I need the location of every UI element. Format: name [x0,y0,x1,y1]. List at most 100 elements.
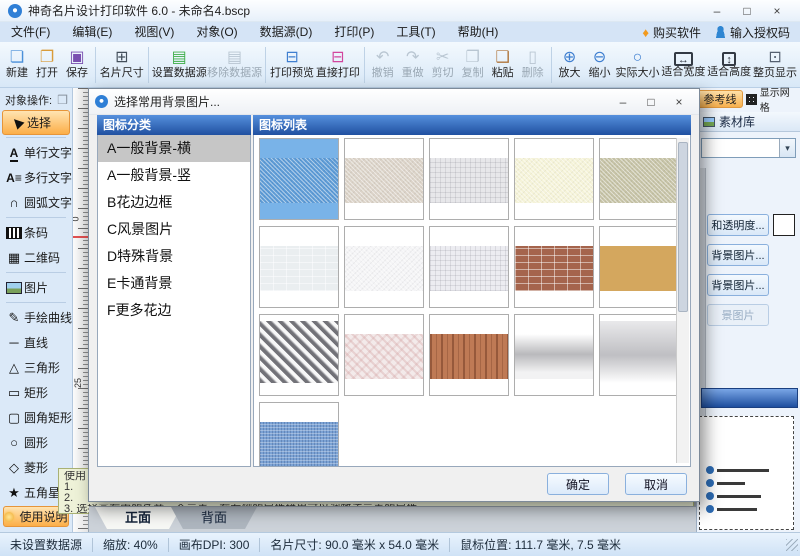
full-page-button[interactable]: ⊡整页显示 [752,48,798,81]
minimize-icon[interactable]: – [702,4,732,18]
thumbnail-blue-paper[interactable] [259,138,339,220]
text-line [717,508,757,511]
tool-image-label: 图片 [24,279,48,296]
dialog-maximize-icon[interactable]: □ [637,95,665,109]
resize-grip[interactable] [786,539,798,551]
dialog-minimize-icon[interactable]: – [609,95,637,109]
paste-button[interactable]: ❑粘贴 [488,48,518,81]
contact-line [706,505,789,513]
thumbnail-white-subtle[interactable] [344,226,424,308]
thumbnail-white-brick[interactable] [259,226,339,308]
window-title: 神奇名片设计打印软件 6.0 - 未命名4.bscp [28,2,702,19]
scissors-icon: ✂ [436,49,449,67]
ok-button[interactable]: 确定 [547,473,609,495]
show-guides-label: 参考线 [704,91,737,107]
delete-label: 删除 [522,67,544,80]
app-icon [8,4,22,18]
thumbnail-red-brick[interactable] [514,226,594,308]
template-dropdown[interactable]: ▾ [701,138,796,158]
thumbnail-silver-diagonal[interactable] [259,314,339,396]
thumbnail-wood-grain[interactable] [429,314,509,396]
toolbar-separator [265,47,266,83]
menu-view[interactable]: 视图(V) [123,22,185,42]
maximize-icon[interactable]: □ [732,4,762,18]
open-button[interactable]: ❐打开 [32,48,62,81]
menu-help[interactable]: 帮助(H) [447,22,510,42]
thumbnail-maze-white[interactable] [429,138,509,220]
tab-front[interactable]: 正面 [95,507,181,529]
category-more-lace[interactable]: F更多花边 [98,297,250,324]
category-general-vertical[interactable]: A一般背景-竖 [98,162,250,189]
tool-arc-text[interactable]: ∩圆弧文字 [0,190,72,215]
category-lace-border[interactable]: B花边边框 [98,189,250,216]
object-toolbox: 对象操作: ❒ ▶选择 A单行文字 A≡多行文字 ∩圆弧文字 条码 ▦二维码 图… [0,88,73,532]
category-cartoon[interactable]: E卡通背景 [98,270,250,297]
tool-circle[interactable]: ○圆形 [0,430,72,455]
fit-width-button[interactable]: ↔适合宽度 [660,49,706,80]
card-size-button[interactable]: ⊞名片尺寸 [99,48,145,81]
thumbnail-grid [259,138,679,463]
category-scenery[interactable]: C风景图片 [98,216,250,243]
background-color-swatch[interactable] [773,214,795,236]
fit-height-button[interactable]: ↕适合高度 [706,49,752,80]
menu-print[interactable]: 打印(P) [323,22,385,42]
zoom-in-button[interactable]: ⊕放大 [555,48,585,81]
tool-barcode[interactable]: 条码 [0,220,72,245]
direct-print-button[interactable]: ⊟直接打印 [315,48,361,81]
category-special[interactable]: D特殊背景 [98,243,250,270]
menu-file[interactable]: 文件(F) [0,22,61,42]
new-button[interactable]: ❏新建 [2,48,32,81]
tool-single-line-text-label: 单行文字 [24,144,72,161]
tool-single-line-text[interactable]: A单行文字 [0,140,72,165]
tool-multi-line-text[interactable]: A≡多行文字 [0,165,72,190]
dialog-scrollbar[interactable] [676,138,689,463]
tool-line[interactable]: ─直线 [0,330,72,355]
set-datasource-button[interactable]: ▤设置数据源 [152,48,207,81]
background-opacity-button[interactable]: 和透明度... [707,214,769,236]
print-preview-button[interactable]: ⊟打印预览 [269,48,315,81]
menu-object[interactable]: 对象(O) [185,22,248,42]
save-button[interactable]: ▣保存 [62,48,92,81]
buy-software-button[interactable]: ♦ 购买软件 [642,24,701,41]
show-guides-button[interactable]: 参考线 [697,90,743,108]
tool-image[interactable]: 图片 [0,275,72,300]
cancel-button[interactable]: 取消 [625,473,687,495]
tool-freehand-curve[interactable]: ✎手绘曲线 [0,305,72,330]
ruler-major-ticks [78,88,88,532]
tool-triangle[interactable]: △三角形 [0,355,72,380]
category-general-horizontal[interactable]: A一般背景-横 [98,135,250,162]
bullet-icon [706,466,714,474]
tool-rounded-rectangle-label: 圆角矩形 [24,409,72,426]
thumbnail-white-geometric[interactable] [429,226,509,308]
menu-datasource[interactable]: 数据源(D) [249,22,324,42]
tab-back[interactable]: 背面 [171,507,257,529]
dialog-scrollbar-thumb[interactable] [678,142,688,312]
set-background-image-button[interactable]: 背景图片... [707,244,769,266]
thumbnail-tan-kraft[interactable] [599,226,679,308]
menu-edit[interactable]: 编辑(E) [61,22,123,42]
enter-license-button[interactable]: 输入授权码 [715,24,790,41]
show-grid-button[interactable]: 显示网格 [746,90,799,108]
thumbnail-olive-weave[interactable] [599,138,679,220]
printer-icon: ⊟ [331,49,344,67]
tool-qrcode[interactable]: ▦二维码 [0,245,72,270]
thumbnail-blue-denim[interactable] [259,402,339,467]
tool-rectangle[interactable]: ▭矩形 [0,380,72,405]
tool-rounded-rectangle[interactable]: ▢圆角矩形 [0,405,72,430]
chevron-down-icon[interactable]: ▾ [779,139,795,157]
thumbnail-pink-floral[interactable] [344,314,424,396]
choose-background-image-button[interactable]: 背景图片... [707,274,769,296]
dialog-close-icon[interactable]: × [665,95,693,109]
multi-line-text-icon: A≡ [4,171,24,185]
zoom-out-button[interactable]: ⊖缩小 [585,48,615,81]
menu-tools[interactable]: 工具(T) [385,22,446,42]
thumbnail-silver-gradient[interactable] [514,314,594,396]
tool-select[interactable]: ▶选择 [2,110,70,135]
contact-line [706,479,789,487]
actual-size-button[interactable]: ○实际大小 [615,48,661,81]
material-library-tab[interactable]: 素材库 [697,112,800,132]
thumbnail-marble-beige[interactable] [344,138,424,220]
close-icon[interactable]: × [762,4,792,18]
thumbnail-pale-yellow[interactable] [514,138,594,220]
thumbnail-silver-gradient-2[interactable] [599,314,679,396]
